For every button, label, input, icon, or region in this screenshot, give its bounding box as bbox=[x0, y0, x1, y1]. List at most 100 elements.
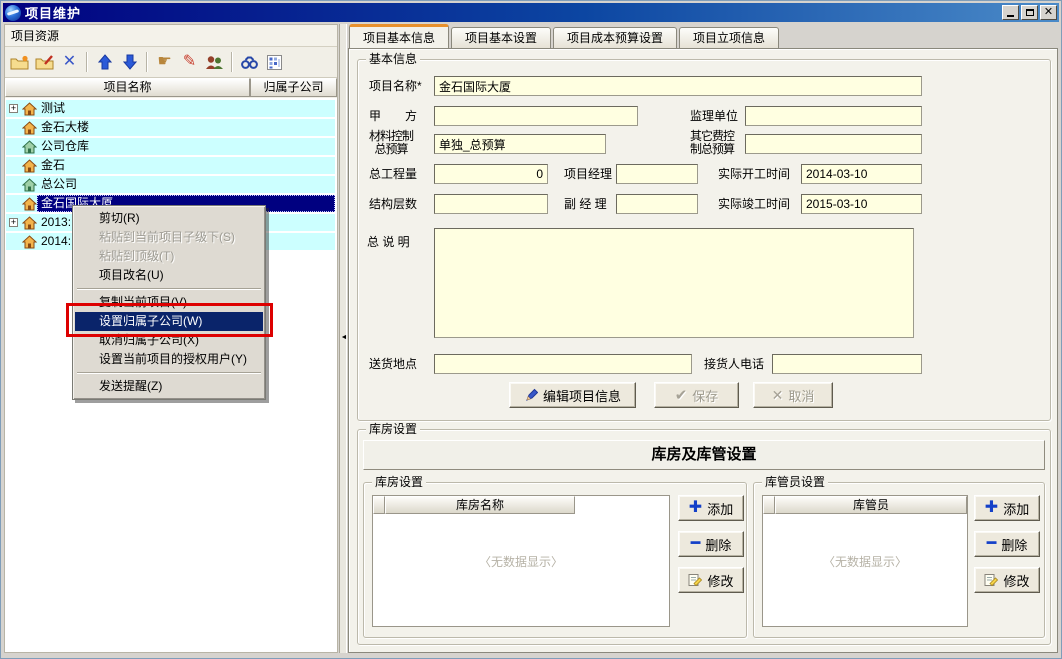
orange-house-icon bbox=[22, 197, 37, 211]
panel-header: 项目资源 bbox=[5, 25, 337, 47]
minus-icon: ━ bbox=[987, 536, 997, 552]
new-folder-button[interactable] bbox=[7, 50, 32, 75]
keeper-column-header[interactable]: 库管员 bbox=[775, 496, 967, 514]
close-button[interactable]: ✕ bbox=[1040, 5, 1057, 20]
warehouse-group-title: 库房设置 bbox=[366, 422, 420, 436]
minimize-button[interactable] bbox=[1002, 5, 1019, 20]
tree-row[interactable]: + 测试 bbox=[6, 100, 335, 117]
keeper-add-button[interactable]: ✚ 添加 bbox=[974, 495, 1040, 521]
keeper-subgroup-title: 库管员设置 bbox=[762, 475, 828, 489]
deputy-manager-input[interactable] bbox=[616, 194, 698, 214]
tree-row[interactable]: 金石大楼 bbox=[6, 119, 335, 136]
tab-project-approval-info[interactable]: 项目立项信息 bbox=[679, 27, 779, 48]
edit-project-info-label: 编辑项目信息 bbox=[543, 386, 621, 405]
storeroom-modify-button[interactable]: 修改 bbox=[678, 567, 744, 593]
tab-project-basic-info[interactable]: 项目基本信息 bbox=[349, 24, 449, 48]
keeper-table[interactable]: 库管员 〈无数据显示〉 bbox=[762, 495, 968, 627]
warehouse-group: 库房设置 库房及库管设置 库房设置 库房名称 〈无数据显示〉 ✚ 添加 bbox=[357, 429, 1051, 645]
tree-row[interactable]: 金石 bbox=[6, 157, 335, 174]
expand-icon[interactable]: + bbox=[9, 218, 18, 227]
edit-project-info-button[interactable]: 编辑项目信息 bbox=[509, 382, 636, 408]
modify-label: 修改 bbox=[707, 571, 733, 590]
menu-item-rename-project[interactable]: 项目改名(U) bbox=[75, 266, 263, 285]
structure-floors-input[interactable] bbox=[434, 194, 548, 214]
hand-point-icon: ☛ bbox=[157, 54, 171, 70]
keeper-remove-button[interactable]: ━ 删除 bbox=[974, 531, 1040, 557]
actual-start-input[interactable] bbox=[801, 164, 922, 184]
save-check-icon: ✔ bbox=[675, 386, 688, 404]
tree-toolbar: ✕ ☛ ✎ bbox=[5, 47, 337, 78]
cancel-x-icon: ✕ bbox=[772, 387, 784, 404]
panel-splitter[interactable]: ◄ bbox=[339, 24, 347, 653]
edit-folder-button[interactable] bbox=[32, 50, 57, 75]
menu-item-unset-subsidiary[interactable]: 取消归属子公司(X) bbox=[75, 331, 263, 350]
supervisor-input[interactable] bbox=[745, 106, 922, 126]
material-budget-input[interactable] bbox=[434, 134, 606, 154]
expand-icon[interactable]: + bbox=[9, 104, 18, 113]
modify-note-icon bbox=[984, 573, 998, 587]
cancel-button: ✕ 取消 bbox=[753, 382, 833, 408]
modify-note-icon bbox=[688, 573, 702, 587]
toolbar-separator bbox=[86, 52, 88, 72]
delivery-address-input[interactable] bbox=[434, 354, 692, 374]
find-button[interactable] bbox=[237, 50, 262, 75]
save-label: 保存 bbox=[692, 386, 718, 405]
move-up-button[interactable] bbox=[92, 50, 117, 75]
project-name-label: 项目名称* bbox=[369, 76, 422, 96]
storeroom-table[interactable]: 库房名称 〈无数据显示〉 bbox=[372, 495, 670, 627]
project-name-input[interactable] bbox=[434, 76, 922, 96]
delete-icon: ✕ bbox=[63, 54, 76, 70]
menu-item-set-authorized-users[interactable]: 设置当前项目的授权用户(Y) bbox=[75, 350, 263, 369]
hand-point-button[interactable]: ☛ bbox=[152, 50, 177, 75]
no-data-placeholder: 〈无数据显示〉 bbox=[763, 553, 967, 570]
receiver-phone-label: 接货人电话 bbox=[704, 354, 764, 374]
tree-item-label: 金石大楼 bbox=[37, 119, 335, 136]
menu-item-cut[interactable]: 剪切(R) bbox=[75, 209, 263, 228]
total-quantity-input[interactable] bbox=[434, 164, 548, 184]
edit-folder-icon bbox=[35, 55, 54, 70]
summary-label: 总 说 明 bbox=[367, 232, 410, 252]
menu-separator bbox=[77, 288, 261, 290]
menu-item-set-subsidiary[interactable]: 设置归属子公司(W) bbox=[75, 312, 263, 331]
total-quantity-label: 总工程量 bbox=[369, 164, 417, 184]
remove-label: 删除 bbox=[1001, 535, 1027, 554]
group-title: 基本信息 bbox=[366, 52, 420, 66]
minus-icon: ━ bbox=[691, 536, 701, 552]
move-up-icon bbox=[98, 54, 112, 70]
move-down-button[interactable] bbox=[117, 50, 142, 75]
actual-finish-input[interactable] bbox=[801, 194, 922, 214]
tab-project-basic-settings[interactable]: 项目基本设置 bbox=[451, 27, 551, 48]
pencil-icon: ✎ bbox=[183, 54, 196, 70]
structure-floors-label: 结构层数 bbox=[369, 194, 417, 214]
tab-project-cost-budget-settings[interactable]: 项目成本预算设置 bbox=[553, 27, 677, 48]
party-a-input[interactable] bbox=[434, 106, 638, 126]
project-manager-label: 项目经理 bbox=[564, 164, 612, 184]
remove-label: 删除 bbox=[705, 535, 731, 554]
users-button[interactable] bbox=[202, 50, 227, 75]
storeroom-name-column-header[interactable]: 库房名称 bbox=[385, 496, 575, 514]
project-manager-input[interactable] bbox=[616, 164, 698, 184]
tree-row[interactable]: 总公司 bbox=[6, 176, 335, 193]
collapse-panel-icon[interactable]: ◄ bbox=[340, 334, 348, 341]
column-header-project-name[interactable]: 项目名称 bbox=[5, 78, 250, 97]
row-indicator-cell bbox=[373, 496, 385, 514]
pencil-button[interactable]: ✎ bbox=[177, 50, 202, 75]
maximize-button[interactable] bbox=[1021, 5, 1038, 20]
storeroom-subgroup: 库房设置 库房名称 〈无数据显示〉 ✚ 添加 ━ 删除 bbox=[363, 482, 747, 638]
new-folder-icon bbox=[10, 55, 29, 70]
storeroom-remove-button[interactable]: ━ 删除 bbox=[678, 531, 744, 557]
grid-view-button[interactable] bbox=[262, 50, 287, 75]
delete-button[interactable]: ✕ bbox=[57, 50, 82, 75]
menu-item-send-reminder[interactable]: 发送提醒(Z) bbox=[75, 377, 263, 396]
supervisor-label: 监理单位 bbox=[690, 106, 738, 126]
column-header-subsidiary[interactable]: 归属子公司 bbox=[250, 78, 337, 97]
storeroom-add-button[interactable]: ✚ 添加 bbox=[678, 495, 744, 521]
summary-textarea[interactable] bbox=[434, 228, 914, 338]
cancel-label: 取消 bbox=[788, 386, 814, 405]
menu-item-copy-current-project[interactable]: 复制当前项目(V) bbox=[75, 293, 263, 312]
tree-row[interactable]: 公司仓库 bbox=[6, 138, 335, 155]
keeper-subgroup: 库管员设置 库管员 〈无数据显示〉 ✚ 添加 ━ 删除 bbox=[753, 482, 1045, 638]
other-budget-input[interactable] bbox=[745, 134, 922, 154]
receiver-phone-input[interactable] bbox=[772, 354, 922, 374]
keeper-modify-button[interactable]: 修改 bbox=[974, 567, 1040, 593]
